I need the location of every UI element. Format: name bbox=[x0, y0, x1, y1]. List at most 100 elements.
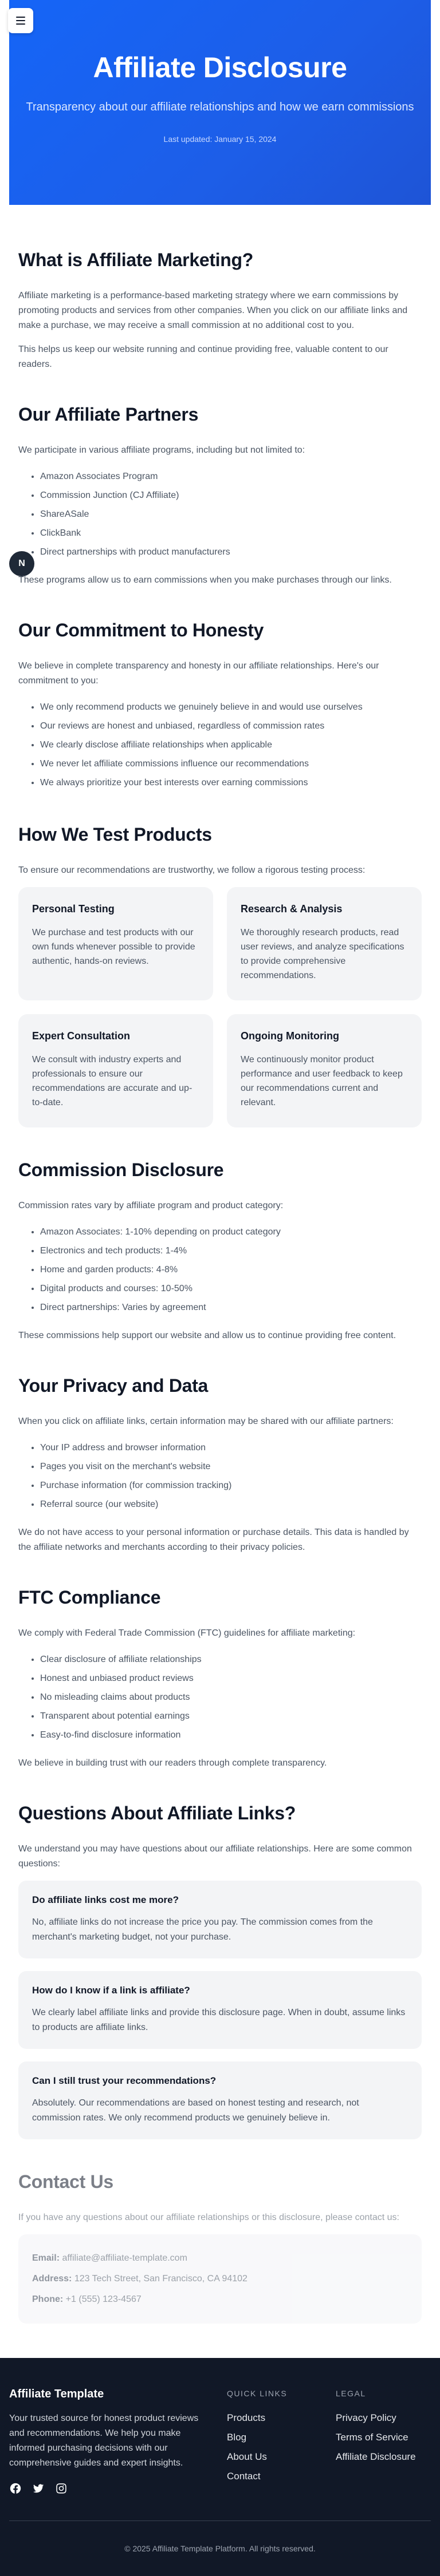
list-item: We always prioritize your best interests… bbox=[40, 773, 422, 792]
list-item: Home and garden products: 4-8% bbox=[40, 1260, 422, 1279]
paragraph: To ensure our recommendations are trustw… bbox=[18, 865, 366, 875]
contact-email-row: Email: affiliate@affiliate-template.com bbox=[32, 2248, 408, 2269]
phone-value[interactable]: +1 (555) 123-4567 bbox=[66, 2294, 142, 2304]
page-subtitle: Transparency about our affiliate relatio… bbox=[26, 101, 414, 113]
section-questions: Questions About Affiliate Links? We unde… bbox=[18, 1802, 422, 2139]
list-item: Amazon Associates: 1-10% depending on pr… bbox=[40, 1222, 422, 1241]
footer-legal-links: LEGAL Privacy Policy Terms of Service Af… bbox=[336, 2388, 431, 2498]
list-item: Transparent about potential earnings bbox=[40, 1707, 422, 1726]
social-links bbox=[9, 2482, 227, 2498]
footer-link-blog[interactable]: Blog bbox=[227, 2428, 336, 2447]
contact-phone-row: Phone: +1 (555) 123-4567 bbox=[32, 2289, 408, 2310]
section-heading: What is Affiliate Marketing? bbox=[18, 250, 254, 270]
partners-list: Amazon Associates Program Commission Jun… bbox=[40, 467, 422, 561]
faq-answer: No, affiliate links do not increase the … bbox=[32, 1917, 373, 1942]
section-heading: Our Commitment to Honesty bbox=[18, 620, 264, 640]
testing-cards: Personal Testing We purchase and test pr… bbox=[18, 887, 422, 1127]
paragraph: We understand you may have questions abo… bbox=[18, 1844, 412, 1869]
list-item: Amazon Associates Program bbox=[40, 467, 422, 486]
list-item: Electronics and tech products: 1-4% bbox=[40, 1241, 422, 1260]
list-item: We never let affiliate commissions influ… bbox=[40, 754, 422, 773]
hero-banner: Affiliate Disclosure Transparency about … bbox=[9, 0, 431, 205]
paragraph: Commission rates vary by affiliate progr… bbox=[18, 1201, 284, 1210]
list-item: Easy-to-find disclosure information bbox=[40, 1726, 422, 1744]
card-body: We purchase and test products with our o… bbox=[32, 928, 195, 966]
footer-link-privacy[interactable]: Privacy Policy bbox=[336, 2408, 431, 2428]
paragraph: We believe in complete transparency and … bbox=[18, 661, 379, 686]
card-title: Expert Consultation bbox=[32, 1030, 131, 1042]
instagram-icon[interactable] bbox=[55, 2482, 68, 2498]
faq-item: How do I know if a link is affiliate? We… bbox=[18, 1971, 422, 2049]
card-body: We consult with industry experts and pro… bbox=[32, 1055, 192, 1107]
page-title: Affiliate Disclosure bbox=[93, 52, 347, 84]
list-item: Clear disclosure of affiliate relationsh… bbox=[40, 1650, 422, 1669]
card-title: Ongoing Monitoring bbox=[241, 1030, 339, 1042]
testing-card: Research & Analysis We thoroughly resear… bbox=[227, 887, 422, 1000]
list-item: Commission Junction (CJ Affiliate) bbox=[40, 486, 422, 505]
copyright: © 2025 Affiliate Template Platform. All … bbox=[9, 2520, 431, 2553]
paragraph: These commissions help support our websi… bbox=[18, 1331, 396, 1340]
facebook-icon[interactable] bbox=[9, 2482, 22, 2498]
honesty-list: We only recommend products we genuinely … bbox=[40, 698, 422, 792]
footer-tagline: Your trusted source for honest product r… bbox=[9, 2413, 199, 2468]
ftc-list: Clear disclosure of affiliate relationsh… bbox=[40, 1650, 422, 1744]
section-privacy: Your Privacy and Data When you click on … bbox=[18, 1374, 422, 1555]
section-contact: Contact Us If you have any questions abo… bbox=[18, 2170, 422, 2324]
section-heading: FTC Compliance bbox=[18, 1587, 161, 1608]
list-item: Our reviews are honest and unbiased, reg… bbox=[40, 717, 422, 735]
faq-question: Do affiliate links cost me more? bbox=[32, 1894, 179, 1905]
footer-link-contact[interactable]: Contact bbox=[227, 2467, 336, 2486]
list-item: Digital products and courses: 10-50% bbox=[40, 1279, 422, 1298]
list-item: Referral source (our website) bbox=[40, 1495, 422, 1514]
section-heading: How We Test Products bbox=[18, 824, 212, 845]
list-item: We only recommend products we genuinely … bbox=[40, 698, 422, 717]
paragraph: We participate in various affiliate prog… bbox=[18, 445, 305, 455]
section-heading: Questions About Affiliate Links? bbox=[18, 1803, 296, 1823]
section-ftc: FTC Compliance We comply with Federal Tr… bbox=[18, 1586, 422, 1771]
paragraph: We believe in building trust with our re… bbox=[18, 1758, 327, 1768]
section-commission: Commission Disclosure Commission rates v… bbox=[18, 1158, 422, 1343]
footer-link-products[interactable]: Products bbox=[227, 2408, 336, 2428]
commission-list: Amazon Associates: 1-10% depending on pr… bbox=[40, 1222, 422, 1317]
main-content: What is Affiliate Marketing? Affiliate m… bbox=[0, 205, 440, 2358]
footer-column-heading: LEGAL bbox=[336, 2389, 366, 2398]
faq-answer: We clearly label affiliate links and pro… bbox=[32, 2008, 406, 2032]
section-testing: How We Test Products To ensure our recom… bbox=[18, 823, 422, 1127]
card-title: Personal Testing bbox=[32, 903, 115, 915]
footer-link-terms[interactable]: Terms of Service bbox=[336, 2428, 431, 2447]
footer-column-heading: QUICK LINKS bbox=[227, 2389, 288, 2398]
list-item: We clearly disclose affiliate relationsh… bbox=[40, 735, 422, 754]
faq-question: How do I know if a link is affiliate? bbox=[32, 1985, 190, 1996]
list-item: No misleading claims about products bbox=[40, 1688, 422, 1707]
section-heading: Contact Us bbox=[18, 2171, 113, 2192]
faq-answer: Absolutely. Our recommendations are base… bbox=[32, 2098, 359, 2123]
avatar[interactable]: N bbox=[9, 551, 34, 576]
list-item: Direct partnerships: Varies by agreement bbox=[40, 1298, 422, 1317]
card-body: We thoroughly research products, read us… bbox=[241, 928, 404, 980]
address-value: 123 Tech Street, San Francisco, CA 94102 bbox=[74, 2274, 247, 2284]
footer-brand-column: Affiliate Template Your trusted source f… bbox=[9, 2388, 227, 2498]
faq-item: Can I still trust your recommendations? … bbox=[18, 2061, 422, 2139]
list-item: Honest and unbiased product reviews bbox=[40, 1669, 422, 1688]
faq-question: Can I still trust your recommendations? bbox=[32, 2075, 217, 2086]
section-heading: Commission Disclosure bbox=[18, 1160, 224, 1180]
footer-link-about[interactable]: About Us bbox=[227, 2447, 336, 2467]
paragraph: If you have any questions about our affi… bbox=[18, 2213, 399, 2222]
paragraph: These programs allow us to earn commissi… bbox=[18, 575, 392, 585]
list-item: Direct partnerships with product manufac… bbox=[40, 543, 422, 561]
last-updated: Last updated: January 15, 2024 bbox=[163, 134, 277, 144]
footer-quick-links: QUICK LINKS Products Blog About Us Conta… bbox=[227, 2388, 336, 2498]
faq-item: Do affiliate links cost me more? No, aff… bbox=[18, 1881, 422, 1958]
section-partners: Our Affiliate Partners We participate in… bbox=[18, 403, 422, 588]
site-footer: Affiliate Template Your trusted source f… bbox=[0, 2358, 440, 2576]
list-item: Purchase information (for commission tra… bbox=[40, 1476, 422, 1495]
card-body: We continuously monitor product performa… bbox=[241, 1055, 403, 1107]
paragraph: This helps us keep our website running a… bbox=[18, 345, 388, 369]
twitter-icon[interactable] bbox=[32, 2482, 45, 2498]
paragraph: Affiliate marketing is a performance-bas… bbox=[18, 291, 408, 330]
contact-address-row: Address: 123 Tech Street, San Francisco,… bbox=[32, 2269, 408, 2289]
section-heading: Our Affiliate Partners bbox=[18, 404, 199, 425]
footer-link-affiliate-disclosure[interactable]: Affiliate Disclosure bbox=[336, 2447, 431, 2467]
email-link[interactable]: affiliate@affiliate-template.com bbox=[62, 2253, 187, 2263]
menu-button[interactable] bbox=[8, 8, 33, 33]
